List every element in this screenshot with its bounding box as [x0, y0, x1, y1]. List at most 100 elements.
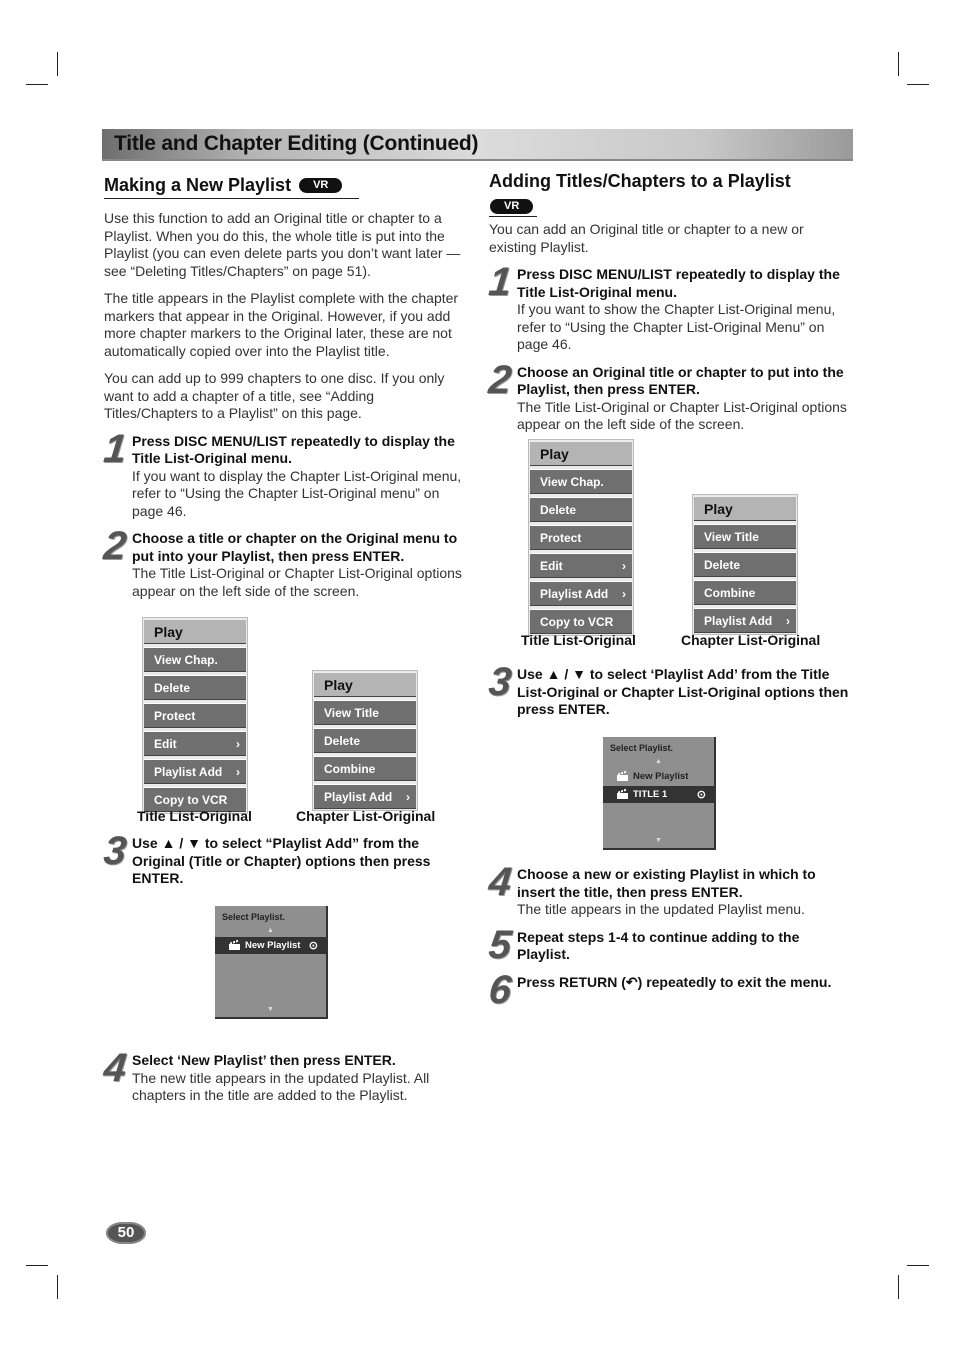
menu-item-label: Protect: [540, 530, 582, 545]
menu-item-protect[interactable]: Protect: [144, 703, 246, 728]
menu-item-label: Delete: [154, 680, 191, 695]
chapter-list-original-menu: Play View Title Delete Combine Playlist …: [312, 670, 418, 811]
select-playlist-osd: Select Playlist. ▲ New Playlist TITLE 1 …: [603, 737, 716, 850]
step-note: The Title List-Original or Chapter List-…: [132, 565, 462, 599]
step-instruction: Use ▲ / ▼ to select “Playlist Add” from …: [132, 835, 431, 886]
menu-caption: Chapter List-Original: [296, 808, 436, 824]
step-instruction: Press DISC MENU/LIST repeatedly to displ…: [132, 432, 455, 467]
step-instruction: Choose a new or existing Playlist in whi…: [517, 866, 816, 900]
step-number: 6: [486, 967, 514, 1012]
crop-mark: [907, 1265, 929, 1266]
step-2: 2 Choose a title or chapter on the Origi…: [102, 524, 462, 600]
playlist-row-title-1[interactable]: TITLE 1 ⊙: [603, 786, 714, 803]
right-column: Adding Titles/Chapters to a Playlist VR …: [487, 171, 851, 444]
step-4: 4 Select ‘New Playlist’ then press ENTER…: [102, 1046, 462, 1105]
menu-item-play[interactable]: Play: [314, 672, 416, 697]
menu-item-edit[interactable]: Edit ›: [530, 553, 632, 578]
step-1: 1 Press DISC MENU/LIST repeatedly to dis…: [102, 427, 462, 521]
menu-item-label: View Chap.: [154, 652, 218, 667]
menu-item-combine[interactable]: Combine: [694, 580, 796, 605]
menu-caption: Title List-Original: [137, 808, 252, 824]
step-number: 2: [486, 357, 514, 402]
step-number: 5: [486, 922, 514, 967]
playlist-row-new-playlist[interactable]: New Playlist: [603, 768, 714, 785]
menu-item-view-title[interactable]: View Title: [314, 700, 416, 725]
step-2: 2 Choose an Original title or chapter to…: [487, 358, 851, 434]
menu-item-label: Delete: [324, 733, 361, 748]
menu-item-label: Copy to VCR: [154, 792, 228, 807]
menu-item-delete[interactable]: Delete: [694, 552, 796, 577]
step-number: 2: [101, 524, 129, 568]
menu-item-playlist-add[interactable]: Playlist Add ›: [144, 759, 246, 784]
vr-badge-wrap: VR: [489, 196, 537, 217]
step-note: If you want to display the Chapter List-…: [132, 467, 462, 519]
chevron-right-icon: ›: [236, 764, 240, 779]
menu-item-view-chap[interactable]: View Chap.: [144, 647, 246, 672]
title-list-original-menu: Play View Chap. Delete Protect Edit › Pla…: [142, 617, 248, 814]
chapter-list-original-menu: Play View Title Delete Combine Playlist …: [692, 494, 798, 635]
step-instruction: Repeat steps 1-4 to continue adding to t…: [517, 928, 800, 963]
chevron-right-icon: ›: [786, 613, 790, 628]
title-list-original-menu: Play View Chap. Delete Protect Edit › Pla…: [528, 439, 634, 636]
menu-item-label: Edit: [540, 558, 563, 573]
playlist-row-label: New Playlist: [245, 940, 301, 951]
page-number-badge: 50: [106, 1222, 146, 1244]
chevron-right-icon: ›: [622, 558, 626, 573]
clapperboard-icon: [229, 941, 240, 950]
menu-item-label: Protect: [154, 708, 196, 723]
menu-item-view-title[interactable]: View Title: [694, 524, 796, 549]
step-1: 1 Press DISC MENU/LIST repeatedly to dis…: [487, 260, 851, 354]
menu-item-label: View Title: [324, 705, 379, 720]
scroll-up-icon[interactable]: ▲: [215, 927, 326, 934]
menu-item-play[interactable]: Play: [144, 619, 246, 644]
chevron-right-icon: ›: [406, 789, 410, 804]
crop-mark: [26, 1265, 48, 1266]
menu-item-play[interactable]: Play: [694, 496, 796, 521]
menu-item-delete[interactable]: Delete: [144, 675, 246, 700]
playlist-row-new-playlist[interactable]: New Playlist ⊙: [215, 937, 326, 954]
section-title: Adding Titles/Chapters to a Playlist: [489, 171, 791, 191]
step-3: 3 Use ▲ / ▼ to select ‘Playlist Add’ fro…: [487, 660, 851, 719]
menu-item-combine[interactable]: Combine: [314, 756, 416, 781]
menu-item-play[interactable]: Play: [530, 441, 632, 466]
page-title-bar: Title and Chapter Editing (Continued): [102, 129, 853, 161]
menu-item-delete[interactable]: Delete: [530, 497, 632, 522]
crop-mark: [26, 84, 48, 85]
scroll-down-icon[interactable]: ▼: [603, 837, 714, 844]
step-number: 3: [101, 829, 129, 873]
step-number: 4: [486, 860, 514, 904]
menu-item-playlist-add[interactable]: Playlist Add ›: [314, 784, 416, 809]
menu-item-label: Play: [154, 623, 183, 640]
menu-item-playlist-add[interactable]: Playlist Add ›: [530, 581, 632, 606]
crop-mark: [57, 52, 58, 76]
step-number: 1: [101, 426, 129, 471]
menu-item-label: View Chap.: [540, 474, 604, 489]
menu-item-copy-to-vcr[interactable]: Copy to VCR: [530, 609, 632, 634]
crop-mark: [57, 1275, 58, 1299]
menu-item-protect[interactable]: Protect: [530, 525, 632, 550]
paragraph: You can add up to 999 chapters to one di…: [104, 370, 445, 421]
menu-item-edit[interactable]: Edit ›: [144, 731, 246, 756]
menu-item-view-chap[interactable]: View Chap.: [530, 469, 632, 494]
scroll-down-icon[interactable]: ▼: [215, 1006, 326, 1013]
left-step-3-container: 3 Use ▲ / ▼ to select “Playlist Add” fro…: [102, 829, 462, 898]
menu-item-label: View Title: [704, 529, 759, 544]
step-instruction: Press DISC MENU/LIST repeatedly to displ…: [517, 266, 840, 300]
step-instruction: Press RETURN (↶) repeatedly to exit the …: [517, 973, 832, 990]
step-number: 3: [486, 660, 514, 704]
menu-item-label: Playlist Add: [540, 586, 609, 601]
menu-item-delete[interactable]: Delete: [314, 728, 416, 753]
step-number: 4: [101, 1046, 129, 1090]
clapperboard-icon: [617, 790, 628, 799]
step-instruction: Choose an Original title or chapter to p…: [517, 363, 844, 398]
step-instruction: Select ‘New Playlist’ then press ENTER.: [132, 1052, 396, 1068]
menu-item-label: Play: [704, 500, 733, 517]
menu-item-playlist-add[interactable]: Playlist Add ›: [694, 608, 796, 633]
menu-item-label: Play: [540, 445, 569, 462]
osd-title: Select Playlist.: [610, 743, 674, 753]
scroll-up-icon[interactable]: ▲: [603, 758, 714, 765]
menu-item-label: Copy to VCR: [540, 614, 614, 629]
menu-item-label: Edit: [154, 736, 177, 751]
enter-target-icon: ⊙: [308, 940, 318, 952]
crop-mark: [898, 1275, 899, 1299]
